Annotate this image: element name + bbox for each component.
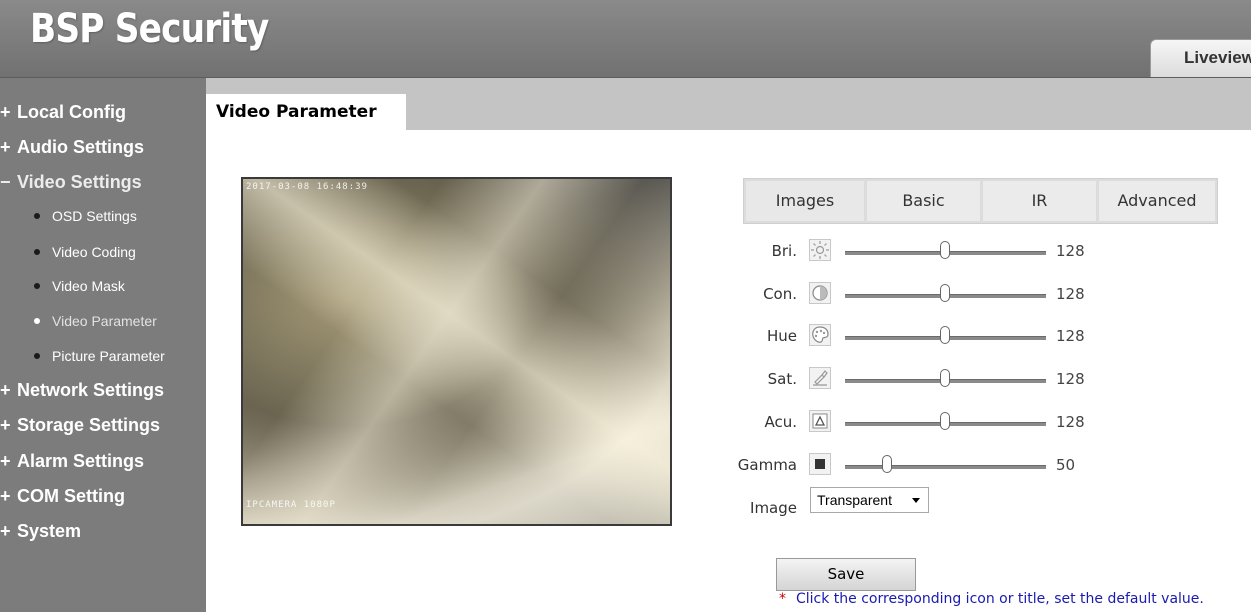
parameter-tab-bar: Images Basic IR Advanced bbox=[743, 178, 1218, 224]
brightness-icon[interactable] bbox=[809, 239, 831, 261]
hint-text-row: * Click the corresponding icon or title, … bbox=[779, 591, 1204, 607]
expand-icon: + bbox=[0, 415, 11, 435]
sidebar-item-osd-settings[interactable]: OSD Settings bbox=[0, 201, 137, 231]
bullet-icon bbox=[34, 249, 40, 256]
hue-label[interactable]: Hue bbox=[727, 327, 797, 345]
sidebar-item-label: Video Settings bbox=[17, 172, 142, 192]
sidebar-item-system[interactable]: + System bbox=[0, 516, 81, 546]
sidebar-item-picture-parameter[interactable]: Picture Parameter bbox=[0, 341, 165, 371]
sidebar-item-storage-settings[interactable]: + Storage Settings bbox=[0, 410, 160, 440]
sidebar-item-audio-settings[interactable]: + Audio Settings bbox=[0, 132, 144, 162]
sidebar-item-video-coding[interactable]: Video Coding bbox=[0, 237, 136, 267]
gamma-icon[interactable] bbox=[809, 453, 831, 475]
hint-text: Click the corresponding icon or title, s… bbox=[796, 591, 1204, 607]
sidebar-item-video-mask[interactable]: Video Mask bbox=[0, 271, 125, 301]
contrast-label[interactable]: Con. bbox=[727, 285, 797, 303]
contrast-slider-thumb[interactable] bbox=[940, 284, 950, 302]
tab-video-parameter[interactable]: Video Parameter bbox=[206, 94, 406, 130]
saturation-slider-thumb[interactable] bbox=[940, 369, 950, 387]
sidebar-item-label: Video Coding bbox=[52, 244, 136, 260]
saturation-label[interactable]: Sat. bbox=[727, 370, 797, 388]
hue-slider-thumb[interactable] bbox=[940, 326, 950, 344]
expand-icon: + bbox=[0, 380, 11, 400]
sidebar-item-video-settings[interactable]: − Video Settings bbox=[0, 167, 142, 197]
brightness-label[interactable]: Bri. bbox=[727, 242, 797, 260]
header-bar: BSP Security bbox=[0, 0, 1251, 78]
contrast-icon[interactable] bbox=[809, 282, 831, 304]
sidebar-item-video-parameter[interactable]: Video Parameter bbox=[0, 306, 157, 336]
gamma-label[interactable]: Gamma bbox=[727, 456, 797, 474]
tab-advanced[interactable]: Advanced bbox=[1099, 181, 1215, 221]
sidebar-item-label: Storage Settings bbox=[17, 415, 161, 435]
gamma-slider-thumb[interactable] bbox=[882, 455, 892, 473]
sidebar-item-label: Network Settings bbox=[17, 380, 165, 400]
gamma-slider[interactable] bbox=[845, 465, 1046, 469]
tab-liveview[interactable]: Liveview bbox=[1150, 39, 1251, 77]
acutance-label[interactable]: Acu. bbox=[727, 413, 797, 431]
save-button[interactable]: Save bbox=[776, 558, 916, 591]
brightness-value: 128 bbox=[1056, 242, 1085, 260]
saturation-icon[interactable] bbox=[809, 367, 831, 389]
osd-channel-name: IPCAMERA 1080P bbox=[246, 500, 336, 510]
video-preview: 2017-03-08 16:48:39 IPCAMERA 1080P bbox=[241, 177, 672, 526]
sidebar-item-label: Alarm Settings bbox=[17, 451, 145, 471]
bullet-icon bbox=[34, 353, 40, 360]
expand-icon: + bbox=[0, 521, 11, 541]
gamma-value: 50 bbox=[1056, 456, 1076, 474]
bullet-icon bbox=[34, 283, 40, 290]
expand-icon: + bbox=[0, 486, 11, 506]
sidebar-item-label: Video Parameter bbox=[52, 313, 157, 329]
tab-ir[interactable]: IR bbox=[983, 181, 1096, 221]
expand-icon: + bbox=[0, 451, 11, 471]
brightness-slider-thumb[interactable] bbox=[940, 241, 950, 259]
image-mode-selected: Transparent bbox=[817, 492, 892, 508]
sidebar-item-network-settings[interactable]: + Network Settings bbox=[0, 375, 164, 405]
chevron-down-icon bbox=[912, 498, 920, 503]
expand-icon: + bbox=[0, 102, 11, 122]
image-mode-select[interactable]: Transparent bbox=[810, 487, 929, 513]
contrast-value: 128 bbox=[1056, 285, 1085, 303]
sidebar-item-label: Local Config bbox=[17, 102, 126, 122]
sidebar-item-local-config[interactable]: + Local Config bbox=[0, 97, 126, 127]
palette-icon[interactable] bbox=[809, 324, 831, 346]
sharpness-icon[interactable] bbox=[809, 410, 831, 432]
bullet-icon bbox=[34, 213, 40, 220]
hue-value: 128 bbox=[1056, 327, 1085, 345]
sidebar-item-label: OSD Settings bbox=[52, 208, 137, 224]
sidebar-item-label: Audio Settings bbox=[17, 137, 144, 157]
brand-logo: BSP Security bbox=[30, 6, 269, 52]
sidebar-item-alarm-settings[interactable]: + Alarm Settings bbox=[0, 446, 144, 476]
collapse-icon: − bbox=[0, 172, 11, 192]
asterisk-marker: * bbox=[779, 591, 786, 607]
sidebar-item-label: COM Setting bbox=[17, 486, 125, 506]
image-mode-label: Image bbox=[750, 499, 797, 517]
tab-images[interactable]: Images bbox=[746, 181, 864, 221]
acutance-value: 128 bbox=[1056, 413, 1085, 431]
osd-timestamp: 2017-03-08 16:48:39 bbox=[246, 182, 368, 192]
sidebar-item-label: Video Mask bbox=[52, 278, 125, 294]
tab-basic[interactable]: Basic bbox=[867, 181, 980, 221]
saturation-value: 128 bbox=[1056, 370, 1085, 388]
sidebar-item-label: System bbox=[17, 521, 82, 541]
expand-icon: + bbox=[0, 137, 11, 157]
bullet-icon bbox=[34, 318, 40, 325]
sidebar-item-label: Picture Parameter bbox=[52, 348, 165, 364]
acutance-slider-thumb[interactable] bbox=[940, 412, 950, 430]
sidebar-item-com-setting[interactable]: + COM Setting bbox=[0, 481, 125, 511]
